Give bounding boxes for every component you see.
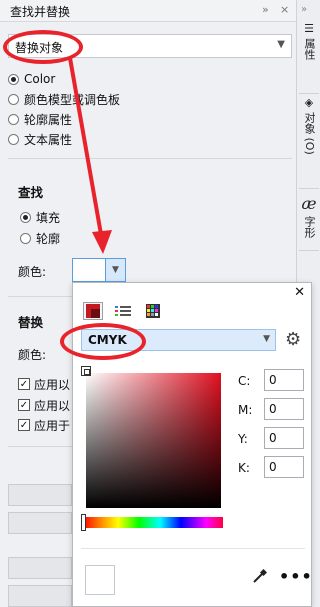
divider bbox=[299, 250, 319, 251]
color-viewer-icon bbox=[86, 304, 100, 318]
replace-button[interactable] bbox=[8, 512, 72, 534]
checkbox[interactable]: ✓ bbox=[18, 399, 30, 411]
color-preview-swatch bbox=[85, 565, 115, 595]
close-panel-button[interactable]: × bbox=[280, 3, 289, 16]
sliders-icon bbox=[115, 306, 131, 316]
find-next-button[interactable] bbox=[8, 484, 72, 506]
close-icon[interactable]: ✕ bbox=[294, 285, 305, 300]
palette-grid-icon bbox=[146, 304, 160, 318]
annotation-circle-scope bbox=[3, 30, 83, 64]
radio-text-properties[interactable]: 文本属性 bbox=[8, 130, 72, 148]
channel-input-y[interactable]: 0 bbox=[264, 427, 304, 449]
color-swatch bbox=[73, 259, 105, 281]
hue-slider-handle[interactable] bbox=[81, 514, 86, 531]
checkbox-label: 应用以 bbox=[34, 377, 71, 392]
divider bbox=[299, 93, 319, 94]
replace-section-title: 替换 bbox=[18, 315, 44, 330]
tab-objects-label: 对象 (O) bbox=[303, 112, 316, 155]
radio-button[interactable] bbox=[8, 133, 19, 145]
replace-color-label: 颜色: bbox=[18, 348, 47, 362]
checkbox-label: 应用以 bbox=[34, 398, 71, 413]
radio-button[interactable] bbox=[8, 93, 19, 105]
tab-objects[interactable]: ◈ 对象 (O) bbox=[297, 96, 320, 155]
radio-label: 填充 bbox=[36, 210, 61, 225]
find-section-title: 查找 bbox=[18, 185, 44, 200]
radio-label: Color bbox=[24, 72, 56, 86]
replace-all-button[interactable] bbox=[8, 557, 72, 579]
find-color-label: 颜色: bbox=[18, 265, 47, 279]
find-color-picker-button[interactable]: ▼ bbox=[72, 258, 126, 282]
tab-glyphs-label: 字形 bbox=[303, 216, 316, 238]
apply-option-1[interactable]: ✓ 应用以 bbox=[18, 376, 70, 392]
eyedropper-glyph bbox=[253, 568, 268, 583]
color-sliders-mode-button[interactable] bbox=[113, 302, 133, 320]
annotation-circle-cmyk bbox=[60, 323, 146, 360]
radio-button[interactable] bbox=[20, 232, 31, 244]
chevron-down-icon: ▼ bbox=[277, 39, 285, 50]
glyph-icon: æ bbox=[301, 194, 317, 213]
double-arrow-icon[interactable]: » bbox=[301, 4, 307, 15]
hue-slider[interactable] bbox=[83, 517, 223, 528]
apply-option-3[interactable]: ✓ 应用于 bbox=[18, 417, 70, 433]
channel-label-k: K: bbox=[238, 461, 250, 475]
more-options-icon[interactable]: ••• bbox=[279, 567, 313, 586]
radio-find-outline[interactable]: 轮廓 bbox=[20, 229, 60, 247]
color-spectrum-area[interactable] bbox=[86, 373, 221, 508]
checkbox[interactable]: ✓ bbox=[18, 378, 30, 390]
window-title: 查找并替换 bbox=[10, 5, 71, 19]
properties-icon: ☰ bbox=[304, 22, 314, 35]
channel-input-c[interactable]: 0 bbox=[264, 369, 304, 391]
layers-icon: ◈ bbox=[304, 96, 314, 109]
channel-label-m: M: bbox=[238, 403, 253, 417]
channel-input-k[interactable]: 0 bbox=[264, 456, 304, 478]
divider bbox=[81, 548, 305, 549]
radio-outline-properties[interactable]: 轮廓属性 bbox=[8, 110, 72, 128]
color-viewers-mode-button[interactable] bbox=[83, 302, 103, 320]
radio-label: 颜色模型或调色板 bbox=[24, 92, 121, 107]
radio-button[interactable] bbox=[8, 113, 19, 125]
channel-input-m[interactable]: 0 bbox=[264, 398, 304, 420]
radio-button[interactable] bbox=[8, 73, 19, 85]
radio-find-fill[interactable]: 填充 bbox=[20, 208, 60, 226]
gear-icon[interactable]: ⚙ bbox=[285, 329, 301, 350]
checkbox[interactable]: ✓ bbox=[18, 419, 30, 431]
radio-color[interactable]: Color bbox=[8, 70, 55, 88]
radio-label: 轮廓 bbox=[36, 231, 61, 246]
chevron-down-icon: ▼ bbox=[105, 259, 125, 281]
radio-color-model-palette[interactable]: 颜色模型或调色板 bbox=[8, 90, 120, 108]
apply-option-2[interactable]: ✓ 应用以 bbox=[18, 397, 70, 413]
eyedropper-icon[interactable] bbox=[253, 568, 268, 587]
title-bar: 查找并替换 » × bbox=[0, 0, 296, 22]
color-selector-marker[interactable] bbox=[81, 366, 91, 376]
checkbox-label: 应用于 bbox=[34, 418, 71, 433]
tab-properties[interactable]: ☰ 属性 bbox=[297, 22, 320, 60]
tab-glyphs[interactable]: æ 字形 bbox=[297, 194, 320, 238]
radio-label: 轮廓属性 bbox=[24, 112, 73, 127]
channel-label-c: C: bbox=[238, 374, 251, 388]
collapse-button[interactable]: » bbox=[262, 3, 269, 16]
radio-button[interactable] bbox=[20, 211, 31, 223]
cancel-button[interactable] bbox=[8, 585, 72, 607]
tab-properties-label: 属性 bbox=[303, 38, 316, 60]
chevron-down-icon: ▼ bbox=[263, 334, 270, 344]
divider bbox=[8, 158, 292, 159]
color-palettes-mode-button[interactable] bbox=[143, 302, 163, 320]
divider bbox=[299, 188, 319, 189]
radio-label: 文本属性 bbox=[24, 132, 73, 147]
channel-label-y: Y: bbox=[238, 432, 248, 446]
